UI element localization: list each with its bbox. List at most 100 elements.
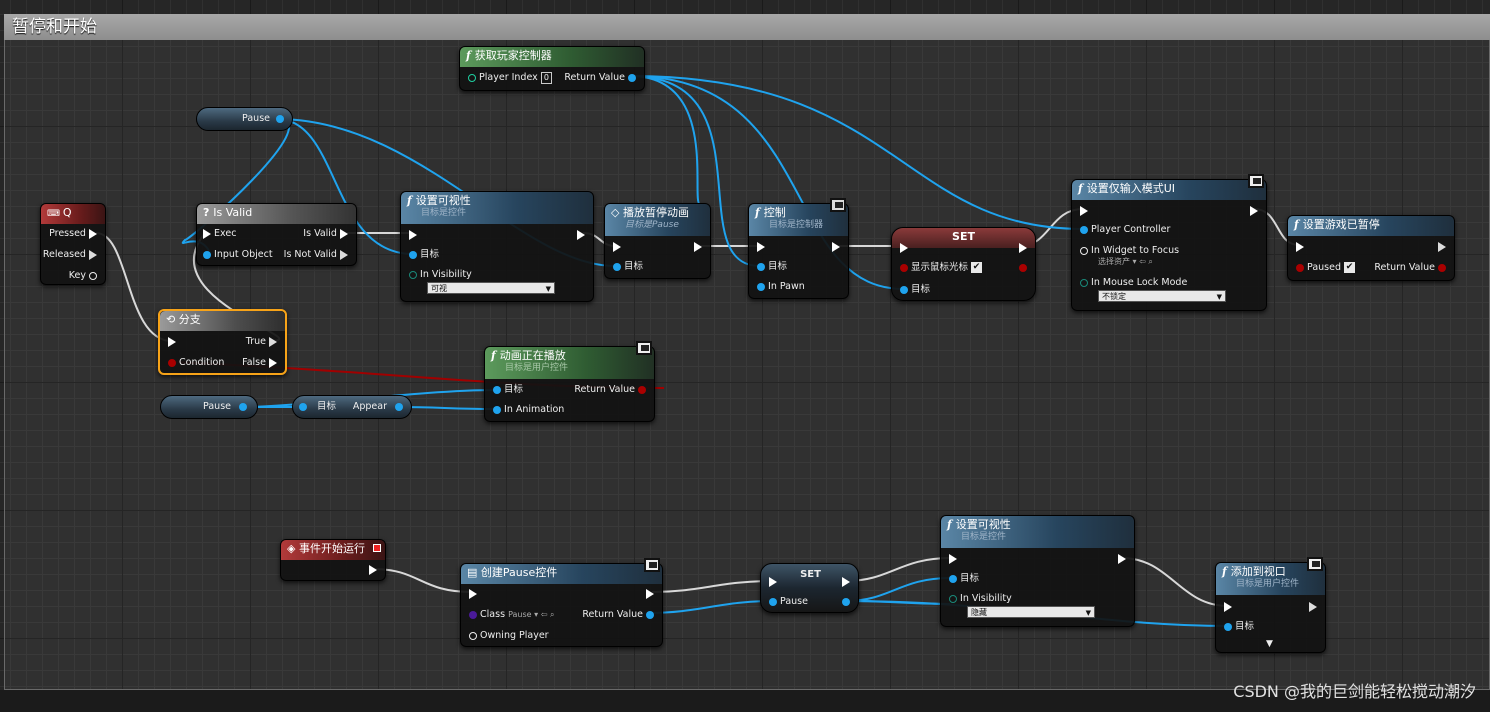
exec-out-pin[interactable] <box>1019 241 1027 255</box>
pause-in-pin[interactable]: Pause <box>769 595 808 609</box>
pause-out-pin[interactable] <box>842 595 850 609</box>
is-valid-node[interactable]: ? Is Valid Exec Input Object Is Valid Is… <box>196 203 357 266</box>
target-pin[interactable]: 目标 <box>757 260 787 274</box>
pressed-pin[interactable]: Pressed <box>49 227 97 241</box>
object-pin-icon[interactable] <box>276 115 284 123</box>
class-pin[interactable]: Class Pause ▾ ⇦ ⌕ <box>469 608 554 622</box>
exec-in-pin[interactable] <box>900 241 908 255</box>
in-pawn-pin[interactable]: In Pawn <box>757 280 805 294</box>
begin-play-event-node[interactable]: ◈ 事件开始运行 <box>280 539 386 581</box>
released-pin[interactable]: Released <box>43 248 97 262</box>
false-pin[interactable]: False <box>242 356 277 370</box>
condition-pin[interactable]: Condition <box>168 356 224 370</box>
exec-in-pin[interactable] <box>469 587 477 601</box>
exec-out-pin[interactable] <box>1118 552 1126 566</box>
node-header[interactable]: SET <box>892 228 1035 248</box>
visibility-dropdown[interactable]: 隐藏 <box>967 606 1095 619</box>
exec-in-pin[interactable] <box>409 228 417 242</box>
node-header[interactable]: ◇ 播放暂停动画 目标是Pause <box>605 204 710 236</box>
node-header[interactable]: ⌨ Q <box>41 204 105 224</box>
exec-in-pin[interactable] <box>1080 204 1088 218</box>
exec-out-pin[interactable] <box>577 228 585 242</box>
exec-in-pin[interactable] <box>1296 240 1304 254</box>
set-visibility-node-bottom[interactable]: f 设置可视性 目标是控件 目标 In Visibility 隐藏 <box>940 515 1135 627</box>
exec-in-pin[interactable] <box>949 552 957 566</box>
in-visibility-pin[interactable]: In Visibility <box>409 268 472 282</box>
exec-out-pin[interactable] <box>646 587 654 601</box>
possess-control-node[interactable]: f 控制 目标是控制器 目标 In Pawn <box>748 198 849 299</box>
owning-player-pin[interactable]: Owning Player <box>469 629 549 643</box>
set-game-paused-node[interactable]: f 设置游戏已暂停 Paused ✔ Return Value <box>1287 215 1455 281</box>
set-visibility-node-top[interactable]: f 设置可视性 目标是控件 目标 In Visibility 可视 <box>400 191 594 302</box>
node-header[interactable]: f 获取玩家控制器 <box>460 47 644 67</box>
return-value-pin[interactable]: Return Value <box>574 383 646 397</box>
get-player-controller-node[interactable]: f 获取玩家控制器 Player Index 0 Return Value <box>459 46 645 91</box>
q-key-event-node[interactable]: ⌨ Q Pressed Released Key <box>40 203 106 285</box>
pause-variable-node[interactable]: Pause <box>196 107 293 131</box>
target-pin[interactable]: 目标 <box>900 283 930 297</box>
expand-arrow-icon[interactable]: ▼ <box>1266 637 1273 651</box>
widget-asset-picker[interactable]: 选择资产 ▾ ⇦ ⌕ <box>1098 255 1153 269</box>
target-pin[interactable]: 目标 <box>493 383 523 397</box>
exec-out-pin[interactable] <box>842 575 850 589</box>
visibility-dropdown[interactable]: 可视 <box>427 282 555 295</box>
mouse-lock-dropdown[interactable]: 不锁定 <box>1098 290 1226 303</box>
node-header[interactable]: f 设置可视性 目标是控件 <box>941 516 1134 548</box>
exec-in-pin[interactable] <box>168 335 176 349</box>
target-pin[interactable]: 目标 <box>949 572 979 586</box>
node-header[interactable]: ◈ 事件开始运行 <box>281 540 385 560</box>
is-animation-playing-node[interactable]: f 动画正在播放 目标是用户控件 目标 In Animation Return Va… <box>484 341 655 422</box>
exec-out-pin[interactable] <box>1250 204 1258 218</box>
object-pin-icon[interactable] <box>395 403 403 411</box>
in-animation-pin[interactable]: In Animation <box>493 403 564 417</box>
paused-checkbox[interactable]: ✔ <box>1344 262 1356 273</box>
true-pin[interactable]: True <box>246 335 277 349</box>
play-pause-animation-node[interactable]: ◇ 播放暂停动画 目标是Pause 目标 <box>604 203 711 279</box>
return-value-pin[interactable]: Return Value <box>1374 261 1446 275</box>
set-show-mouse-cursor-node[interactable]: SET 显示鼠标光标 ✔ 目标 <box>891 227 1036 301</box>
class-picker[interactable]: Pause ▾ ⇦ ⌕ <box>508 610 554 619</box>
exec-out-pin[interactable] <box>1438 240 1446 254</box>
bool-out-pin[interactable] <box>1019 261 1027 275</box>
exec-out-pin[interactable] <box>694 240 702 254</box>
object-pin-icon[interactable] <box>299 403 307 411</box>
target-pin[interactable]: 目标 <box>409 248 439 262</box>
exec-in-pin[interactable] <box>757 240 765 254</box>
input-object-pin[interactable]: Input Object <box>203 248 273 262</box>
player-index-input[interactable]: 0 <box>540 72 552 84</box>
add-to-viewport-node[interactable]: f 添加到视口 目标是用户控件 目标 ▼ <box>1215 557 1326 653</box>
return-value-pin[interactable]: Return Value <box>582 608 654 622</box>
branch-node[interactable]: ⟲ 分支 Condition True False <box>158 309 287 375</box>
show-mouse-cursor-pin[interactable]: 显示鼠标光标 ✔ <box>900 261 983 275</box>
node-header[interactable]: ⟲ 分支 <box>160 311 285 331</box>
node-header[interactable]: f 动画正在播放 目标是用户控件 <box>485 347 654 379</box>
appear-getter-node[interactable]: 目标 Appear <box>292 395 412 419</box>
player-index-pin[interactable]: Player Index 0 <box>468 71 552 85</box>
node-header[interactable]: f 设置仅输入模式UI <box>1072 180 1266 200</box>
player-controller-pin[interactable]: Player Controller <box>1080 223 1170 237</box>
show-mouse-checkbox[interactable]: ✔ <box>971 262 983 273</box>
is-not-valid-pin[interactable]: Is Not Valid <box>284 248 348 262</box>
node-header[interactable]: ▤ 创建Pause控件 <box>461 564 662 584</box>
exec-in-pin[interactable] <box>613 240 621 254</box>
pause-variable-node[interactable]: Pause <box>160 395 258 419</box>
return-value-pin[interactable]: Return Value <box>564 71 636 85</box>
target-pin[interactable]: 目标 <box>613 260 643 274</box>
node-header[interactable]: ? Is Valid <box>197 204 356 224</box>
key-pin[interactable]: Key <box>69 269 97 283</box>
exec-out-pin[interactable] <box>832 240 840 254</box>
exec-in-pin[interactable] <box>1224 600 1232 614</box>
exec-in-pin[interactable]: Exec <box>203 227 236 241</box>
set-pause-variable-node[interactable]: SET Pause <box>760 563 859 613</box>
node-header[interactable]: f 设置游戏已暂停 <box>1288 216 1454 236</box>
object-pin-icon[interactable] <box>239 403 247 411</box>
set-input-mode-ui-only-node[interactable]: f 设置仅输入模式UI Player Controller In Widget t… <box>1071 174 1267 311</box>
is-valid-pin[interactable]: Is Valid <box>303 227 348 241</box>
exec-out-pin[interactable] <box>1309 600 1317 614</box>
target-pin[interactable]: 目标 <box>1224 620 1254 634</box>
mouse-lock-mode-pin[interactable]: In Mouse Lock Mode <box>1080 276 1187 290</box>
paused-pin[interactable]: Paused ✔ <box>1296 261 1356 275</box>
create-pause-widget-node[interactable]: ▤ 创建Pause控件 Class Pause ▾ ⇦ ⌕ Owning Pla… <box>460 558 663 647</box>
in-visibility-pin[interactable]: In Visibility <box>949 592 1012 606</box>
exec-out-pin[interactable] <box>369 563 377 577</box>
